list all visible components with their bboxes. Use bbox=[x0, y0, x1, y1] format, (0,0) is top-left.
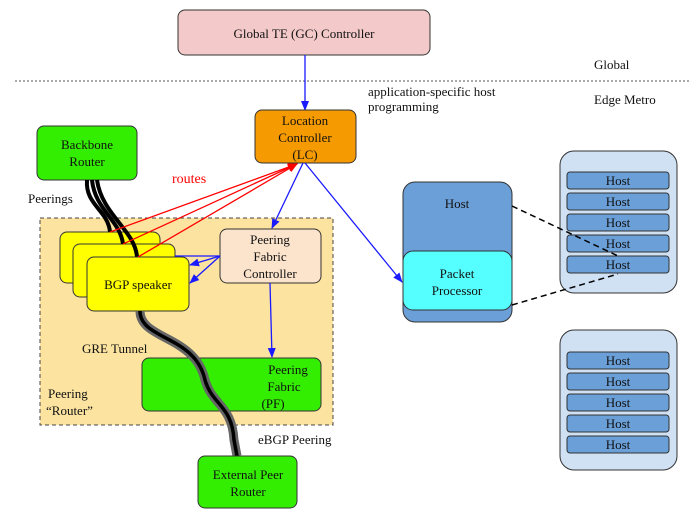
pf-label-1: Peering bbox=[268, 362, 308, 377]
rack-host: Host bbox=[566, 213, 670, 232]
rack-host: Host bbox=[566, 393, 670, 412]
rack-host-label: Host bbox=[606, 194, 631, 209]
routes-label: routes bbox=[172, 172, 206, 187]
global-label: Global bbox=[594, 57, 630, 72]
gre-tunnel-label: GRE Tunnel bbox=[82, 341, 148, 356]
rack-host: Host bbox=[566, 255, 670, 274]
rack-host-label: Host bbox=[606, 416, 631, 431]
ext-label-1: External Peer bbox=[213, 467, 284, 482]
rack-host: Host bbox=[566, 414, 670, 433]
host-rack-2: Host Host Host Host Host bbox=[559, 329, 678, 471]
pp-label-1: Packet bbox=[440, 266, 475, 281]
pfc-label-1: Peering bbox=[250, 232, 290, 247]
rack-host: Host bbox=[566, 435, 670, 454]
architecture-diagram: Global TE (GC) Controller Global Edge Me… bbox=[15, 9, 690, 509]
peering-fabric: Peering Fabric (PF) bbox=[141, 357, 322, 412]
rack-host-label: Host bbox=[606, 353, 631, 368]
external-peer-router: External Peer Router bbox=[197, 455, 298, 509]
app-host-label-1: application-specific host bbox=[368, 84, 496, 99]
backbone-label-2: Router bbox=[69, 154, 105, 169]
location-controller: Location Controller (LC) bbox=[254, 109, 357, 164]
host-label: Host bbox=[445, 196, 470, 211]
rack-host: Host bbox=[566, 234, 670, 253]
peering-router-label-1: Peering bbox=[48, 386, 88, 401]
rack-host-label: Host bbox=[606, 437, 631, 452]
peering-router-label-2: “Router” bbox=[46, 403, 93, 418]
edge-metro-label: Edge Metro bbox=[594, 92, 656, 107]
rack-host-label: Host bbox=[606, 215, 631, 230]
lc-label-3: (LC) bbox=[292, 147, 317, 162]
rack-host: Host bbox=[566, 351, 670, 370]
app-host-label-2: programming bbox=[368, 99, 439, 114]
rack-host: Host bbox=[566, 192, 670, 211]
rack-host-label: Host bbox=[606, 173, 631, 188]
rack-host-label: Host bbox=[606, 236, 631, 251]
peerings-label: Peerings bbox=[28, 191, 73, 206]
rack-host: Host bbox=[566, 372, 670, 391]
backbone-router: Backbone Router bbox=[36, 125, 138, 181]
rack-host-label: Host bbox=[606, 395, 631, 410]
host-server: Host Packet Processor bbox=[402, 181, 513, 323]
pfc-label-3: Controller bbox=[243, 266, 297, 281]
host-rack-1: Host Host Host Host Host bbox=[559, 150, 678, 294]
lc-label-1: Location bbox=[282, 113, 329, 128]
rack-host-label: Host bbox=[606, 374, 631, 389]
global-controller-label: Global TE (GC) Controller bbox=[234, 26, 376, 41]
pp-label-2: Processor bbox=[432, 283, 483, 298]
rack-host-label: Host bbox=[606, 257, 631, 272]
ebgp-peering-label: eBGP Peering bbox=[258, 432, 332, 447]
pf-label-2: Fabric bbox=[267, 379, 300, 394]
backbone-label-1: Backbone bbox=[61, 137, 113, 152]
pfc-label-2: Fabric bbox=[253, 249, 286, 264]
ext-label-2: Router bbox=[230, 484, 266, 499]
pf-label-3: (PF) bbox=[261, 396, 284, 411]
global-te-controller: Global TE (GC) Controller bbox=[177, 9, 431, 56]
lc-label-2: Controller bbox=[278, 130, 332, 145]
bgp-speaker-label: BGP speaker bbox=[104, 277, 172, 292]
peering-fabric-controller: Peering Fabric Controller bbox=[219, 228, 322, 284]
rack-host: Host bbox=[566, 171, 670, 190]
